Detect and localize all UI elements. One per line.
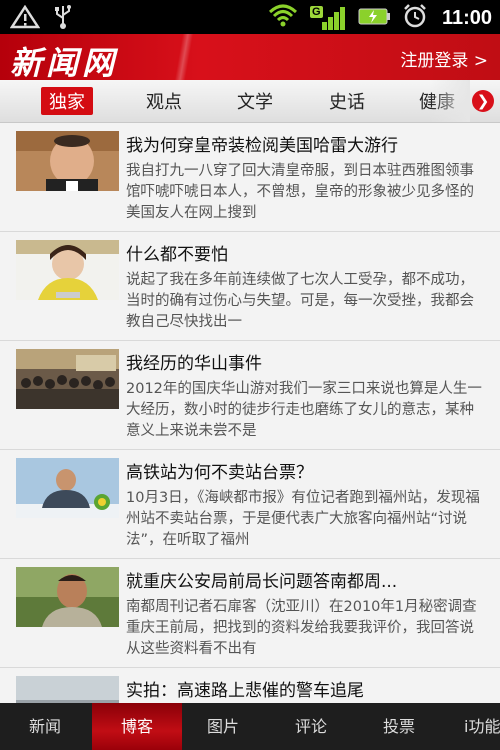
list-item[interactable]: 实拍：高速路上悲催的警车追尾 [0, 668, 500, 703]
article-title: 实拍：高速路上悲催的警车追尾 [126, 681, 364, 701]
article-thumbnail [16, 349, 119, 409]
list-item[interactable]: 我经历的华山事件 2012年的国庆华山游对我们一家三口来说也算是人生一大经历，数… [0, 341, 500, 450]
nav-pictures[interactable]: 图片 [178, 703, 268, 750]
bottom-navigation: 新闻 博客 图片 评论 投票 i功能 [0, 703, 500, 750]
tab-opinion[interactable]: 观点 [146, 88, 182, 114]
article-summary: 说起了我在多年前连续做了七次人工受孕，都不成功，当时的确有过伤心与失望。可是，每… [126, 272, 474, 330]
app-logo: 新闻网 [10, 44, 119, 82]
signal-icon: G [308, 4, 348, 32]
article-thumbnail [16, 676, 119, 703]
article-summary: 2012年的国庆华山游对我们一家三口来说也算是人生一大经历，数小时的徒步行走也磨… [126, 381, 482, 439]
list-item[interactable]: 我为何穿皇帝装检阅美国哈雷大游行 我自打九一八穿了回大清皇帝服，到日本驻西雅图领… [0, 123, 500, 232]
nav-vote[interactable]: 投票 [354, 703, 444, 750]
article-summary: 10月3日，《海峡都市报》有位记者跑到福州站，发现福州站不卖站台票，于是便代表广… [126, 490, 480, 548]
usb-icon [54, 4, 72, 34]
battery-icon [358, 4, 392, 32]
article-thumbnail [16, 458, 119, 518]
article-title: 高铁站为何不卖站台票？ [126, 463, 313, 483]
tab-exclusive[interactable]: 独家 [41, 87, 93, 115]
app-header: 新闻网 注册登录 > [0, 34, 500, 82]
clock-time: 11:00 [441, 6, 492, 29]
article-title: 什么都不要怕 [126, 245, 228, 265]
article-summary: 南都周刊记者石扉客（沈亚川）在2010年1月秘密调查重庆王前局，把找到的资料发给… [126, 599, 477, 657]
header-divider [175, 34, 193, 80]
login-register-link[interactable]: 注册登录 > [400, 46, 488, 71]
status-bar: G 11:00 [0, 0, 500, 34]
list-item[interactable]: 就重庆公安局前局长问题答南都周... 南都周刊记者石扉客（沈亚川）在2010年1… [0, 559, 500, 668]
article-thumbnail [16, 240, 119, 300]
nav-news[interactable]: 新闻 [0, 703, 90, 750]
tab-literature[interactable]: 文学 [237, 88, 273, 114]
article-summary: 我自打九一八穿了回大清皇帝服，到日本驻西雅图领事馆吓唬吓唬日本人，不曾想，皇帝的… [126, 163, 474, 221]
article-title: 我经历的华山事件 [126, 354, 262, 374]
article-thumbnail [16, 567, 119, 627]
warning-icon [9, 4, 41, 33]
nav-blog[interactable]: 博客 [92, 703, 182, 750]
category-tabs: 独家 观点 文学 史话 健康 ❯ [0, 80, 500, 123]
chevron-right-icon[interactable]: ❯ [472, 90, 494, 112]
nav-more-functions[interactable]: i功能 [446, 703, 500, 750]
list-item[interactable]: 什么都不要怕 说起了我在多年前连续做了七次人工受孕，都不成功，当时的确有过伤心与… [0, 232, 500, 341]
tab-fade [430, 80, 470, 122]
list-item[interactable]: 高铁站为何不卖站台票？ 10月3日，《海峡都市报》有位记者跑到福州站，发现福州站… [0, 450, 500, 559]
tab-history[interactable]: 史话 [329, 88, 365, 114]
article-thumbnail [16, 131, 119, 191]
nav-comments[interactable]: 评论 [266, 703, 356, 750]
alarm-clock-icon [402, 3, 428, 33]
article-list: 我为何穿皇帝装检阅美国哈雷大游行 我自打九一八穿了回大清皇帝服，到日本驻西雅图领… [0, 123, 500, 703]
article-title: 我为何穿皇帝装检阅美国哈雷大游行 [126, 136, 398, 156]
article-title: 就重庆公安局前局长问题答南都周... [126, 572, 398, 592]
wifi-icon [268, 3, 298, 33]
